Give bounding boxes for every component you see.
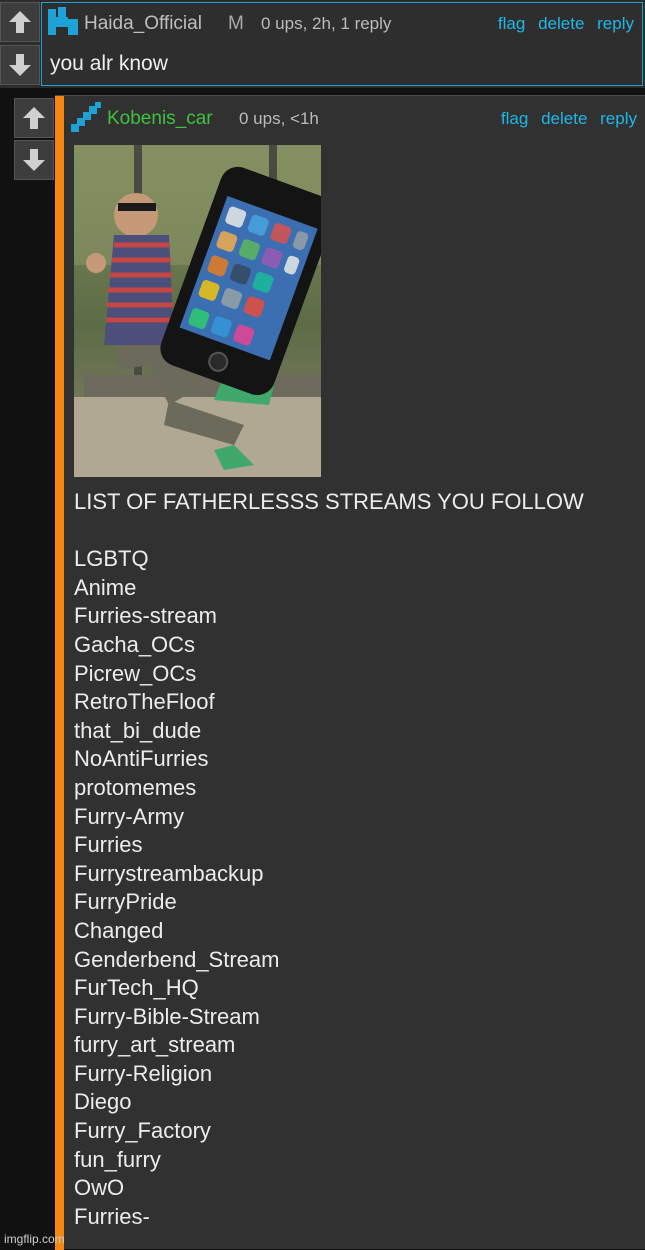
list-item: Furrystreambackup — [74, 860, 264, 886]
list-title: LIST OF FATHERLESSS STREAMS YOU FOLLOW — [74, 489, 584, 514]
list-item: LGBTQ — [74, 546, 149, 572]
list-item: Anime — [74, 574, 137, 600]
imgflip-watermark: imgflip.com — [4, 1232, 65, 1246]
arrow-up-icon — [9, 11, 31, 33]
reply-link[interactable]: reply — [600, 109, 637, 128]
flag-link[interactable]: flag — [501, 109, 528, 128]
comment-body: Kobenis_car 0 ups, <1h flag delete reply — [55, 95, 645, 1250]
list-item: Diego — [74, 1089, 132, 1115]
upvote-button[interactable] — [14, 98, 54, 138]
arrow-down-icon — [9, 54, 31, 76]
phone-meme-image[interactable] — [74, 145, 321, 477]
reply-indent-bar — [55, 96, 64, 1250]
username-link[interactable]: Kobenis_car — [107, 108, 213, 130]
list-item: Changed — [74, 917, 164, 943]
delete-link[interactable]: delete — [541, 109, 587, 128]
list-item: protomemes — [74, 774, 197, 800]
list-item: FurryPride — [74, 889, 177, 915]
comment-header: Kobenis_car 0 ups, <1h flag delete reply — [55, 96, 645, 134]
mod-badge: M — [228, 13, 244, 34]
arrow-up-icon — [23, 107, 45, 129]
reply-link[interactable]: reply — [597, 14, 634, 33]
comment-meta: 0 ups, <1h — [239, 109, 319, 128]
comment-text: you alr know — [50, 52, 168, 75]
list-item: RetroTheFloof — [74, 689, 215, 715]
user-avatar-icon[interactable] — [71, 102, 101, 132]
comment-text: LIST OF FATHERLESSS STREAMS YOU FOLLOW L… — [74, 488, 584, 1231]
comment-actions: flag delete reply — [493, 109, 637, 129]
vote-column — [14, 95, 55, 185]
comment-header: Haida_Official M 0 ups, 2h, 1 reply flag… — [42, 3, 642, 41]
delete-link[interactable]: delete — [538, 14, 584, 33]
username-link[interactable]: Haida_Official — [84, 13, 202, 35]
list-item: Furry-Army — [74, 803, 184, 829]
list-item: Picrew_OCs — [74, 660, 197, 686]
user-avatar-icon[interactable] — [48, 7, 78, 37]
list-item: Furry-Religion — [74, 1060, 213, 1086]
list-item: NoAntiFurries — [74, 746, 209, 772]
arrow-down-icon — [23, 149, 45, 171]
comment-kobenis: Kobenis_car 0 ups, <1h flag delete reply — [14, 95, 645, 1250]
list-item: Furries-stream — [74, 603, 218, 629]
list-item: Furries — [74, 832, 143, 858]
list-item: Gacha_OCs — [74, 631, 196, 657]
list-item: Furries- — [74, 1203, 150, 1229]
comment-haida: Haida_Official M 0 ups, 2h, 1 reply flag… — [0, 0, 645, 88]
list-item: furry_art_stream — [74, 1032, 236, 1058]
comment-actions: flag delete reply — [490, 14, 634, 34]
upvote-button[interactable] — [0, 2, 40, 42]
vote-column — [0, 0, 41, 88]
comment-body: Haida_Official M 0 ups, 2h, 1 reply flag… — [41, 2, 643, 86]
list-item: Furry-Bible-Stream — [74, 1003, 260, 1029]
list-item: Furry_Factory — [74, 1118, 211, 1144]
downvote-button[interactable] — [0, 45, 40, 85]
list-item: Genderbend_Stream — [74, 946, 280, 972]
list-item: FurTech_HQ — [74, 975, 199, 1001]
flag-link[interactable]: flag — [498, 14, 525, 33]
list-item: OwO — [74, 1175, 125, 1201]
comment-meta: 0 ups, 2h, 1 reply — [261, 14, 392, 33]
list-item: fun_furry — [74, 1146, 161, 1172]
downvote-button[interactable] — [14, 140, 54, 180]
list-item: that_bi_dude — [74, 717, 202, 743]
